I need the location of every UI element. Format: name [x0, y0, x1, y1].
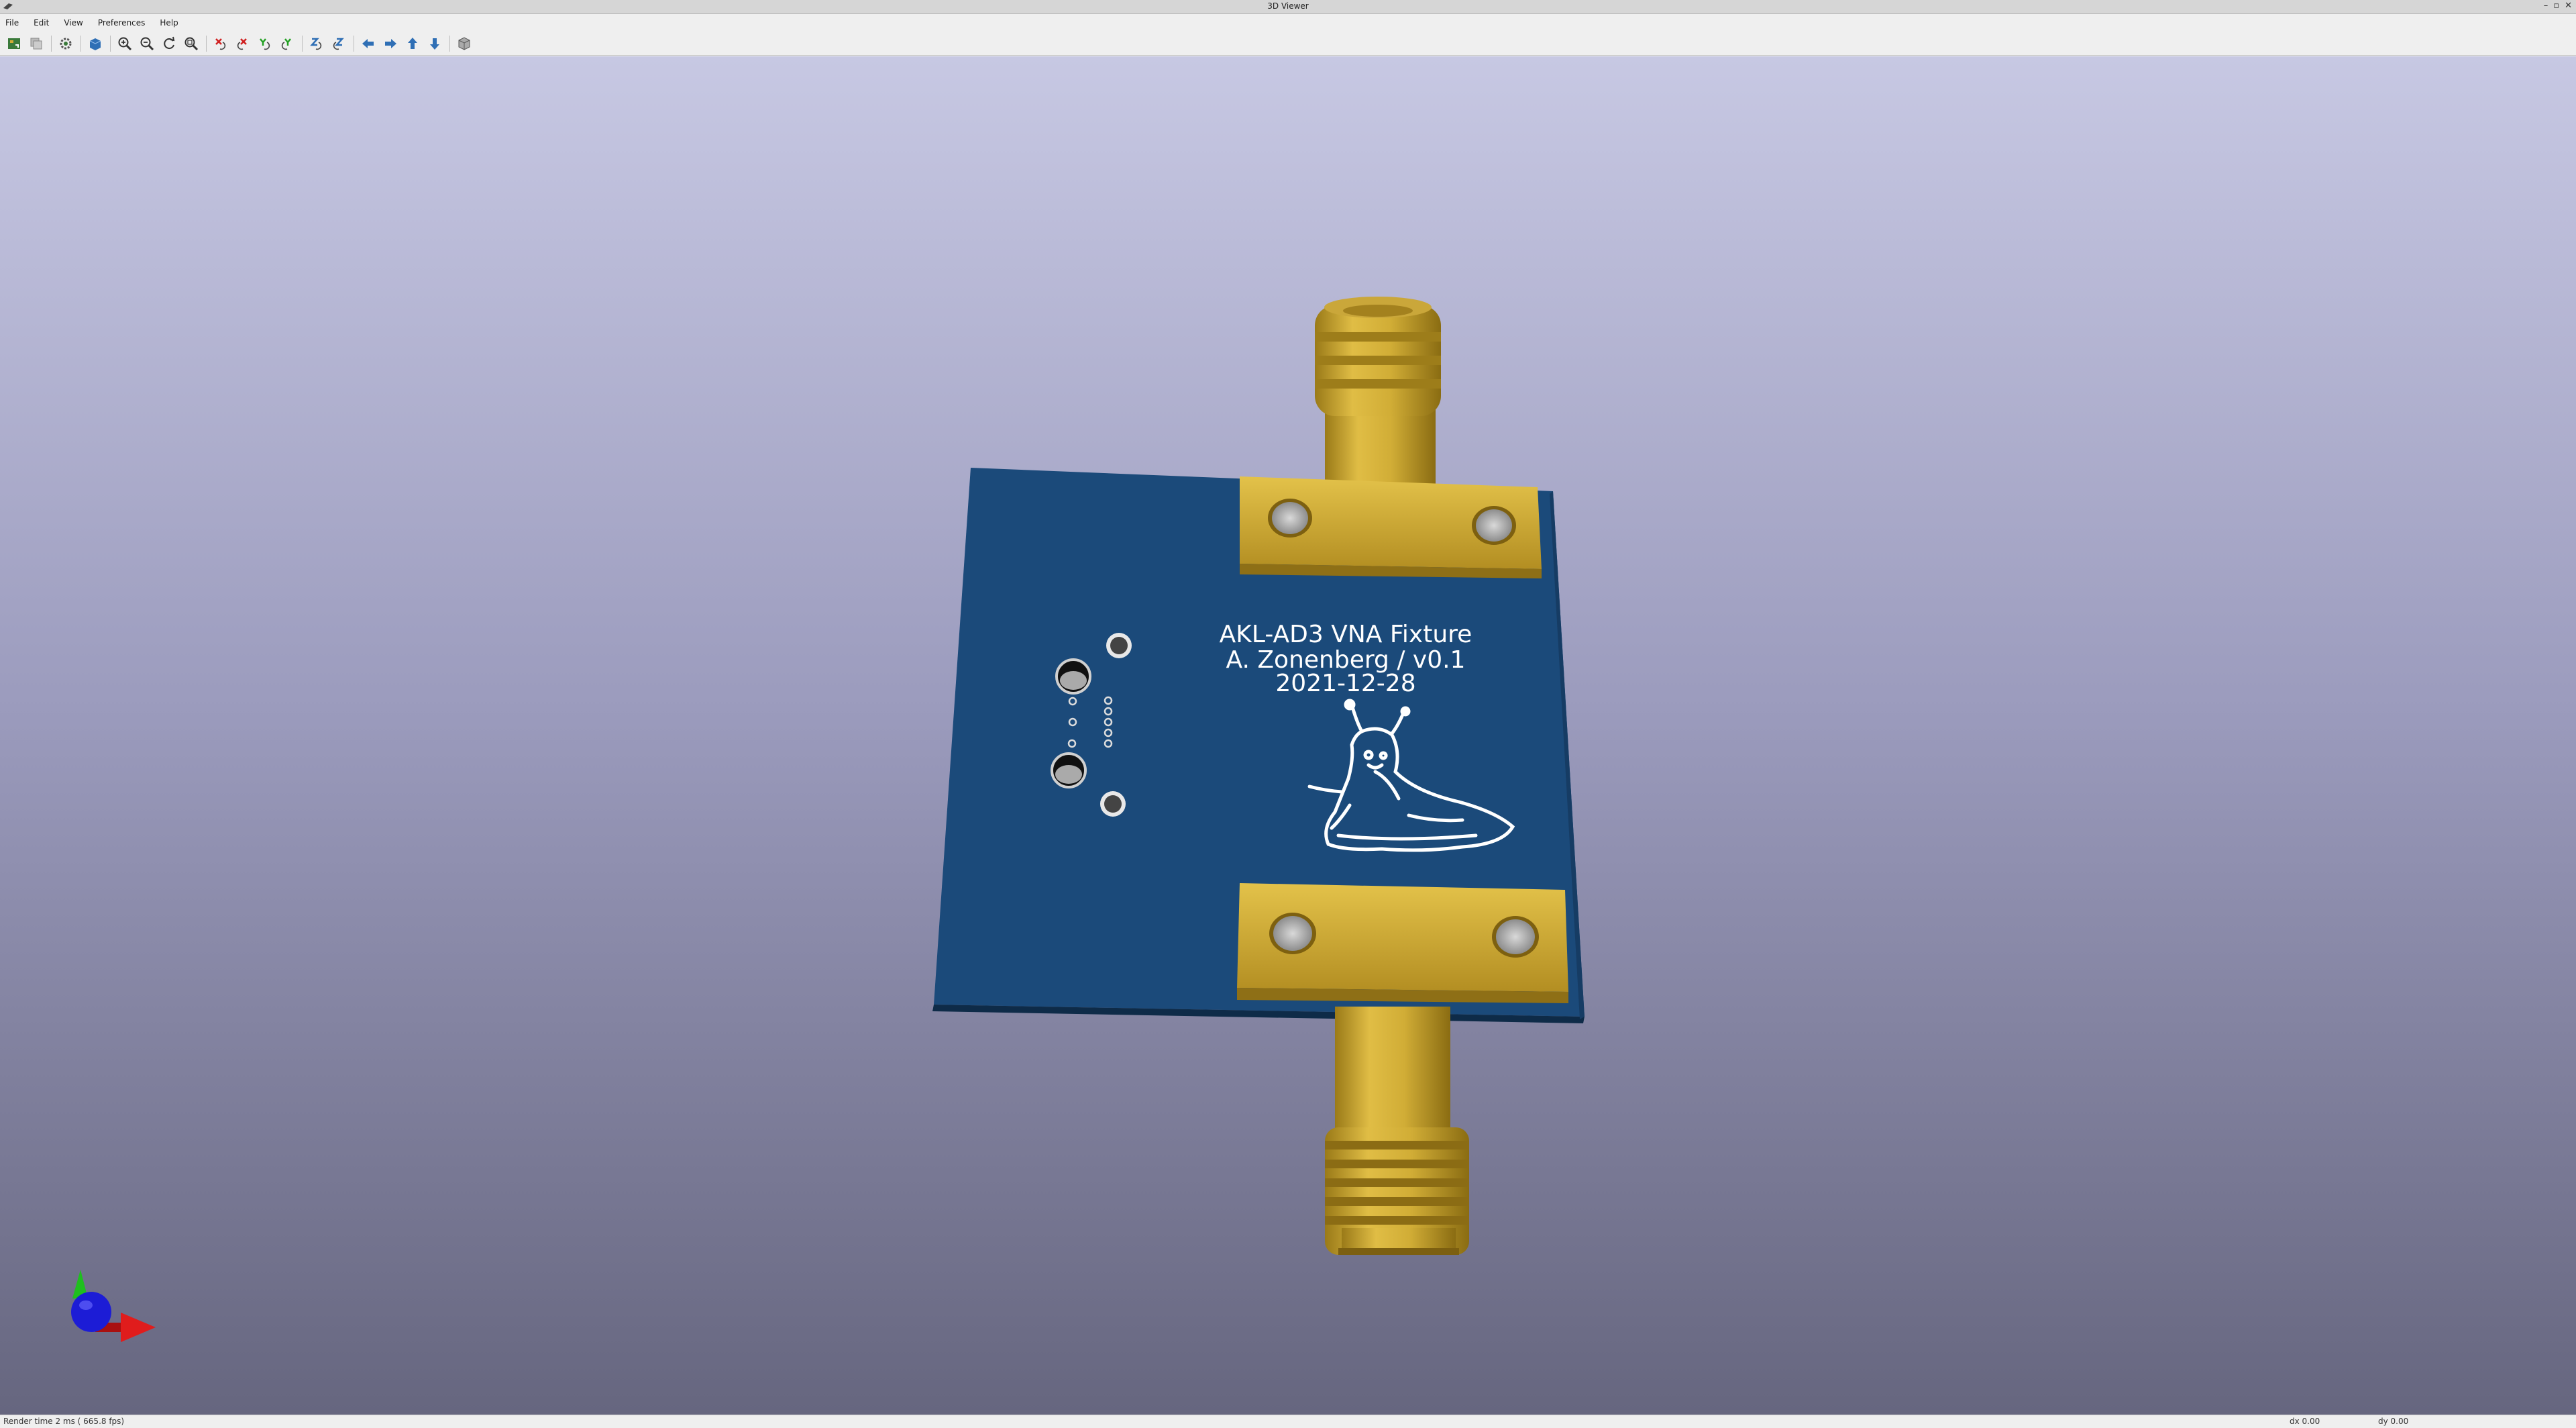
rotate-z-ccw-button[interactable] — [330, 35, 347, 52]
rotate-z-ccw-icon — [333, 38, 344, 50]
window-title: 3D Viewer — [1267, 1, 1309, 11]
pan-right-icon — [385, 38, 396, 48]
pan-down-icon — [430, 38, 439, 50]
rotate-y-ccw-button[interactable] — [278, 35, 296, 52]
redraw-icon — [164, 36, 175, 49]
menu-file[interactable]: File — [5, 18, 19, 28]
silkscreen-line-1: AKL-AD3 VNA Fixture — [1220, 621, 1472, 648]
rotate-z-cw-button[interactable] — [308, 35, 325, 52]
rotate-z-cw-icon — [310, 38, 322, 50]
zoom-out-icon — [140, 37, 154, 50]
copy-image-icon — [30, 38, 42, 49]
rotate-y-cw-icon — [260, 38, 270, 50]
zoom-fit-button[interactable] — [182, 35, 200, 52]
toggle-ortho-button[interactable] — [455, 35, 473, 52]
pan-left-button[interactable] — [360, 35, 377, 52]
raytracing-button[interactable] — [87, 35, 104, 52]
clamp-top — [1240, 476, 1542, 578]
toggle-ortho-icon — [458, 36, 470, 50]
rotate-x-cw-icon — [215, 38, 226, 50]
minimize-icon[interactable]: – — [2544, 1, 2548, 11]
maximize-icon[interactable]: ▫ — [2553, 1, 2559, 11]
pan-right-button[interactable] — [382, 35, 399, 52]
silkscreen-line-3: 2021-12-28 — [1275, 670, 1415, 697]
redraw-button[interactable] — [160, 35, 178, 52]
menu-bar: File Edit View Preferences Help — [0, 14, 2576, 32]
pan-left-icon — [362, 38, 374, 48]
sma-connector-top — [1315, 297, 1441, 510]
copy-image-button[interactable] — [28, 35, 45, 52]
menu-view[interactable]: View — [64, 18, 83, 28]
settings-button[interactable] — [57, 35, 74, 52]
menu-edit[interactable]: Edit — [34, 18, 49, 28]
3d-viewport[interactable]: AKL-AD3 VNA Fixture A. Zonenberg / v0.1 … — [0, 56, 2576, 1415]
axis-gizmo — [71, 1270, 156, 1342]
sma-connector-bottom — [1325, 1007, 1469, 1255]
rotate-x-cw-button[interactable] — [212, 35, 229, 52]
zoom-fit-icon — [184, 37, 199, 50]
title-bar: 3D Viewer – ▫ ✕ — [0, 0, 2576, 14]
settings-icon — [60, 38, 72, 49]
reload-board-icon — [8, 38, 20, 49]
zoom-in-button[interactable] — [116, 35, 133, 52]
toolbar — [0, 32, 2576, 56]
menu-help[interactable]: Help — [160, 18, 178, 28]
3d-scene: AKL-AD3 VNA Fixture A. Zonenberg / v0.1 … — [71, 297, 1585, 1342]
rotate-y-cw-button[interactable] — [256, 35, 274, 52]
zoom-in-icon — [118, 37, 132, 50]
dy-readout: dy 0.00 — [2378, 1417, 2409, 1426]
dx-readout: dx 0.00 — [2290, 1417, 2320, 1426]
reload-board-button[interactable] — [5, 35, 23, 52]
pan-up-button[interactable] — [404, 35, 421, 52]
pan-down-button[interactable] — [426, 35, 443, 52]
raytracing-icon — [89, 38, 101, 50]
close-icon[interactable]: ✕ — [2565, 1, 2572, 11]
rotate-x-ccw-icon — [237, 38, 247, 50]
clamp-bottom — [1237, 883, 1568, 1003]
render-time-label: Render time 2 ms ( 665.8 fps) — [3, 1417, 125, 1426]
rotate-x-ccw-button[interactable] — [234, 35, 252, 52]
status-bar: Render time 2 ms ( 665.8 fps) dx 0.00 dy… — [0, 1415, 2576, 1428]
pan-up-icon — [408, 37, 417, 49]
menu-preferences[interactable]: Preferences — [98, 18, 146, 28]
zoom-out-button[interactable] — [138, 35, 156, 52]
rotate-y-ccw-icon — [281, 38, 291, 50]
